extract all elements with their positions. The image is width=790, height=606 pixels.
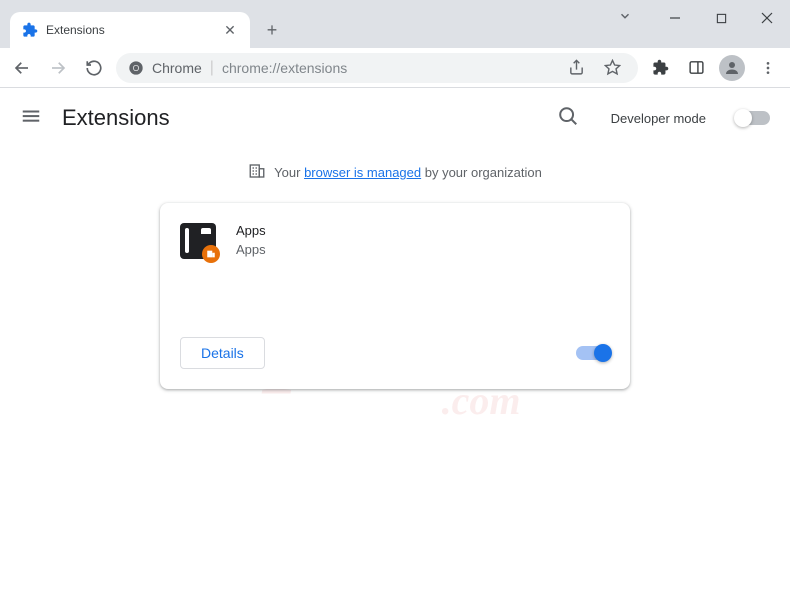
puzzle-piece-icon bbox=[22, 22, 38, 38]
managed-badge-icon bbox=[202, 245, 220, 263]
tab-title: Extensions bbox=[46, 23, 222, 37]
extension-enable-toggle[interactable] bbox=[576, 346, 610, 360]
address-bar[interactable]: Chrome | chrome://extensions bbox=[116, 53, 638, 83]
page-title: Extensions bbox=[62, 105, 537, 131]
side-panel-icon[interactable] bbox=[682, 54, 710, 82]
hamburger-menu-icon[interactable] bbox=[20, 105, 42, 132]
close-window-button[interactable] bbox=[744, 0, 790, 36]
share-icon[interactable] bbox=[562, 54, 590, 82]
building-icon bbox=[248, 162, 266, 183]
search-icon[interactable] bbox=[557, 105, 579, 132]
more-menu-icon[interactable] bbox=[754, 54, 782, 82]
new-tab-button[interactable]: + bbox=[258, 16, 286, 44]
developer-mode-toggle[interactable] bbox=[736, 111, 770, 125]
close-icon[interactable]: ✕ bbox=[222, 22, 238, 38]
chevron-down-icon[interactable] bbox=[608, 0, 642, 32]
reload-button[interactable] bbox=[80, 54, 108, 82]
extension-name: Apps bbox=[236, 223, 610, 238]
extension-icon bbox=[180, 223, 216, 259]
managed-banner: Your browser is managed by your organiza… bbox=[0, 148, 790, 203]
details-button[interactable]: Details bbox=[180, 337, 265, 369]
developer-mode-label: Developer mode bbox=[611, 111, 706, 126]
window-titlebar: Extensions ✕ + bbox=[0, 0, 790, 48]
bookmark-star-icon[interactable] bbox=[598, 54, 626, 82]
managed-text: Your browser is managed by your organiza… bbox=[274, 165, 542, 180]
maximize-button[interactable] bbox=[698, 0, 744, 36]
url-text: chrome://extensions bbox=[222, 60, 347, 76]
extension-description: Apps bbox=[236, 242, 610, 257]
forward-button[interactable] bbox=[44, 54, 72, 82]
minimize-button[interactable] bbox=[652, 0, 698, 36]
extensions-puzzle-icon[interactable] bbox=[646, 54, 674, 82]
url-scheme-label: Chrome bbox=[152, 60, 202, 76]
page-header: Extensions Developer mode bbox=[0, 88, 790, 148]
separator: | bbox=[210, 59, 214, 77]
toolbar: Chrome | chrome://extensions bbox=[0, 48, 790, 88]
extension-card: Apps Apps Details bbox=[160, 203, 630, 389]
chrome-icon bbox=[128, 60, 144, 76]
browser-managed-link[interactable]: browser is managed bbox=[304, 165, 421, 180]
back-button[interactable] bbox=[8, 54, 36, 82]
page-content: pcrisk .com Extensions Developer mode Yo… bbox=[0, 88, 790, 606]
browser-tab[interactable]: Extensions ✕ bbox=[10, 12, 250, 48]
window-controls bbox=[608, 0, 790, 36]
profile-avatar[interactable] bbox=[718, 54, 746, 82]
